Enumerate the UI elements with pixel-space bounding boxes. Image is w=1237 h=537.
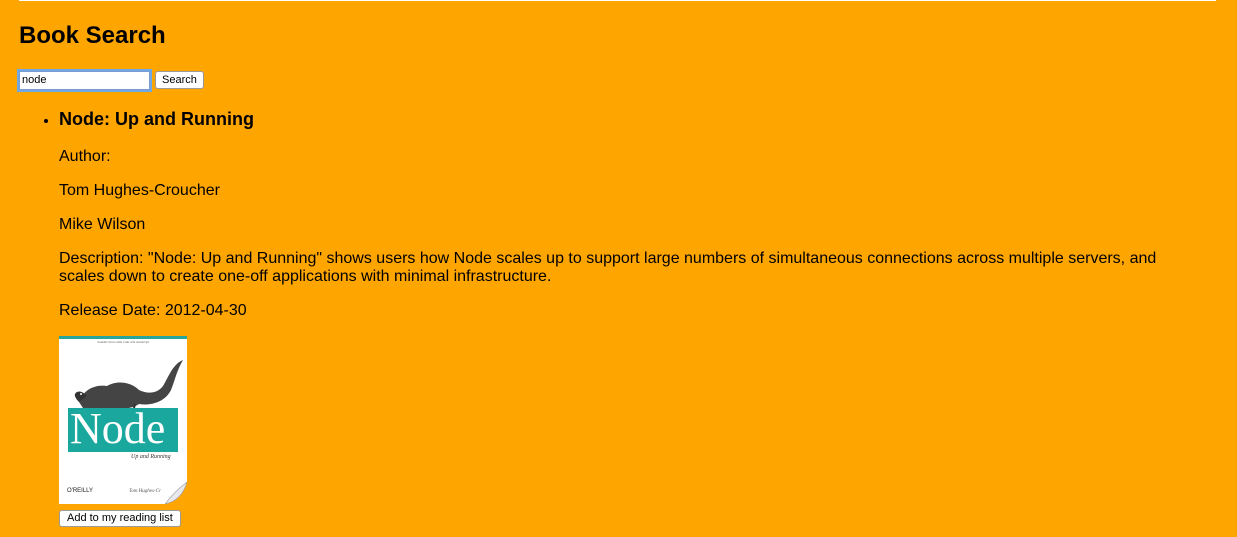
cover-publisher: O'REILLY	[67, 488, 94, 494]
release-date: Release Date: 2012-04-30	[59, 302, 247, 319]
cover-tagline: Scalable Server-Side Code with JavaScrip…	[97, 340, 149, 344]
page-title: Book Search	[19, 22, 166, 49]
cover-author: Tom Hughes-Cr	[129, 489, 161, 494]
book-description: Description: "Node: Up and Running" show…	[59, 250, 1157, 285]
add-to-reading-list-button[interactable]: Add to my reading list	[59, 510, 181, 527]
page-curl-icon	[165, 482, 187, 504]
top-divider	[19, 0, 1216, 1]
cover-top-bar	[59, 336, 187, 339]
search-form: Search	[17, 68, 204, 92]
cover-title: Node	[70, 404, 166, 453]
author-label: Author:	[59, 148, 111, 165]
author-name: Mike Wilson	[59, 216, 146, 233]
search-input[interactable]	[17, 68, 152, 92]
cover-subtitle: Up and Running	[131, 454, 171, 460]
book-title: Node: Up and Running	[59, 109, 254, 129]
list-item: Node: Up and Running Author: Tom Hughes-…	[59, 104, 1199, 527]
search-button[interactable]: Search	[155, 71, 204, 89]
results-list: Node: Up and Running Author: Tom Hughes-…	[0, 104, 1199, 527]
book-cover-image: Scalable Server-Side Code with JavaScrip…	[59, 336, 187, 504]
author-name: Tom Hughes-Croucher	[59, 182, 220, 199]
